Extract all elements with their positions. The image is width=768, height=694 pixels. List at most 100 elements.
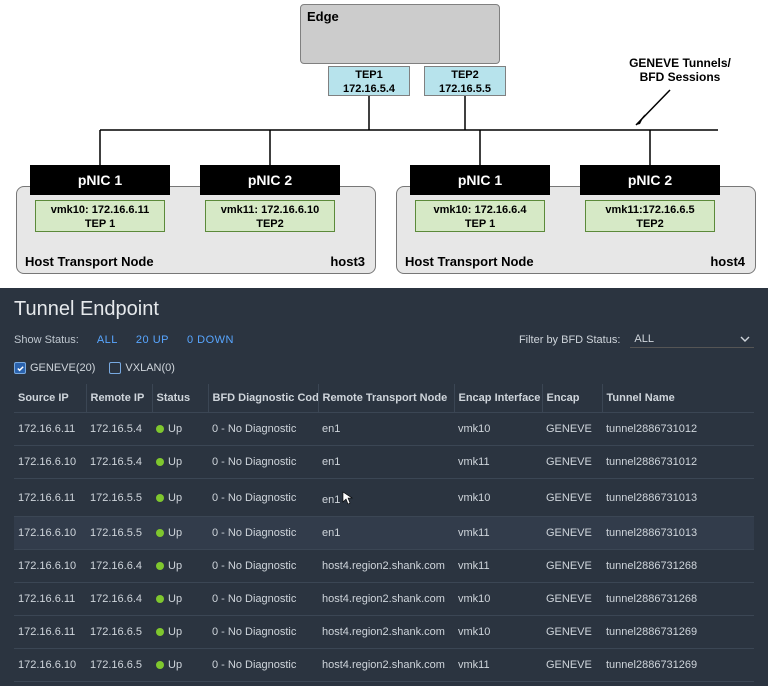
col-bfd-diag[interactable]: BFD Diagnostic Code <box>208 384 318 413</box>
status-link-all[interactable]: ALL <box>97 334 118 346</box>
encap-filter-row: GENEVE(20) VXLAN(0) <box>14 362 754 374</box>
table-row[interactable]: 172.16.6.11172.16.5.4Up0 - No Diagnostic… <box>14 413 754 446</box>
tep1-label: TEP1 <box>355 69 383 81</box>
cell-remote-ip: 172.16.6.5 <box>86 616 152 649</box>
chevron-down-icon <box>740 333 750 345</box>
cell-status: Up <box>152 413 208 446</box>
host3-vmk10: vmk10: 172.16.6.11 TEP 1 <box>35 200 165 232</box>
check-icon <box>14 362 26 374</box>
cell-encap: GENEVE <box>542 479 602 517</box>
cell-remote-ip: 172.16.5.4 <box>86 413 152 446</box>
cell-remote-node: host4.region2.shank.com <box>318 616 454 649</box>
host4-title: Host Transport Node <box>405 254 534 269</box>
status-up-icon <box>156 494 164 502</box>
panel-title: Tunnel Endpoint <box>14 298 754 321</box>
host4-pnic2: pNIC 2 <box>580 165 720 195</box>
cell-remote-node: en1 <box>318 413 454 446</box>
cell-remote-ip: 172.16.5.5 <box>86 517 152 550</box>
cell-remote-ip: 172.16.6.4 <box>86 583 152 616</box>
checkbox-vxlan[interactable]: VXLAN(0) <box>109 362 175 374</box>
cell-bfd: 0 - No Diagnostic <box>208 517 318 550</box>
cell-source-ip: 172.16.6.11 <box>14 413 86 446</box>
cell-status: Up <box>152 446 208 479</box>
cell-encap: GENEVE <box>542 583 602 616</box>
cell-status: Up <box>152 517 208 550</box>
cell-remote-ip: 172.16.5.4 <box>86 446 152 479</box>
status-link-down[interactable]: 0 DOWN <box>187 334 234 346</box>
table-row[interactable]: 172.16.6.11172.16.6.4Up0 - No Diagnostic… <box>14 583 754 616</box>
cell-tunnel-name: tunnel2886731012 <box>602 413 754 446</box>
status-filter-row: Show Status: ALL 20 UP 0 DOWN Filter by … <box>14 331 754 348</box>
cell-remote-node: host4.region2.shank.com <box>318 550 454 583</box>
cell-tunnel-name: tunnel2886731013 <box>602 479 754 517</box>
cell-remote-node: host4.region2.shank.com <box>318 649 454 682</box>
cell-source-ip: 172.16.6.10 <box>14 649 86 682</box>
annotation-label: GENEVE Tunnels/ BFD Sessions <box>610 56 750 84</box>
cell-source-ip: 172.16.6.11 <box>14 479 86 517</box>
status-up-icon <box>156 628 164 636</box>
host3-pnic2: pNIC 2 <box>200 165 340 195</box>
col-remote-node[interactable]: Remote Transport Node <box>318 384 454 413</box>
edge-tep1-box: TEP1 172.16.5.4 <box>328 66 410 96</box>
col-remote-ip[interactable]: Remote IP <box>86 384 152 413</box>
host4-pnic1: pNIC 1 <box>410 165 550 195</box>
cell-remote-node: host4.region2.shank.com <box>318 583 454 616</box>
edge-tep2-box: TEP2 172.16.5.5 <box>424 66 506 96</box>
tunnel-endpoint-panel: Tunnel Endpoint Show Status: ALL 20 UP 0… <box>0 288 768 686</box>
cell-source-ip: 172.16.6.10 <box>14 446 86 479</box>
cell-encap: GENEVE <box>542 517 602 550</box>
cell-source-ip: 172.16.6.10 <box>14 517 86 550</box>
tep2-label: TEP2 <box>451 69 479 81</box>
cell-source-ip: 172.16.6.10 <box>14 550 86 583</box>
cell-encap-if: vmk11 <box>454 649 542 682</box>
col-encap[interactable]: Encap <box>542 384 602 413</box>
cell-encap: GENEVE <box>542 446 602 479</box>
cell-remote-node: en1 <box>318 446 454 479</box>
cell-status: Up <box>152 583 208 616</box>
col-tunnel-name[interactable]: Tunnel Name <box>602 384 754 413</box>
table-row[interactable]: 172.16.6.11172.16.6.5Up0 - No Diagnostic… <box>14 616 754 649</box>
cell-source-ip: 172.16.6.11 <box>14 616 86 649</box>
bfd-filter-label: Filter by BFD Status: <box>519 334 620 346</box>
cell-bfd: 0 - No Diagnostic <box>208 649 318 682</box>
table-row[interactable]: 172.16.6.10172.16.5.4Up0 - No Diagnostic… <box>14 446 754 479</box>
checkbox-empty-icon <box>109 362 121 374</box>
cell-source-ip: 172.16.6.11 <box>14 583 86 616</box>
cell-tunnel-name: tunnel2886731268 <box>602 550 754 583</box>
host3-vmk11: vmk11: 172.16.6.10 TEP2 <box>205 200 335 232</box>
status-link-up[interactable]: 20 UP <box>136 334 169 346</box>
topology-diagram: Edge TEP1 172.16.5.4 TEP2 172.16.5.5 GEN… <box>0 0 768 288</box>
cell-bfd: 0 - No Diagnostic <box>208 550 318 583</box>
cell-tunnel-name: tunnel2886731269 <box>602 649 754 682</box>
cell-encap-if: vmk10 <box>454 413 542 446</box>
cell-encap-if: vmk10 <box>454 583 542 616</box>
table-row[interactable]: 172.16.6.10172.16.6.4Up0 - No Diagnostic… <box>14 550 754 583</box>
cell-encap-if: vmk11 <box>454 517 542 550</box>
bfd-filter-select[interactable]: ALL <box>630 331 754 348</box>
tunnel-table: Source IP Remote IP Status BFD Diagnosti… <box>14 384 754 682</box>
cell-encap: GENEVE <box>542 616 602 649</box>
cell-bfd: 0 - No Diagnostic <box>208 413 318 446</box>
col-source-ip[interactable]: Source IP <box>14 384 86 413</box>
cell-encap: GENEVE <box>542 413 602 446</box>
table-row[interactable]: 172.16.6.10172.16.5.5Up0 - No Diagnostic… <box>14 517 754 550</box>
cell-remote-ip: 172.16.6.4 <box>86 550 152 583</box>
cell-bfd: 0 - No Diagnostic <box>208 479 318 517</box>
host4-name: host4 <box>710 254 745 269</box>
checkbox-geneve[interactable]: GENEVE(20) <box>14 362 95 374</box>
cell-remote-node: en1 <box>318 517 454 550</box>
edge-node-box: Edge <box>300 4 500 64</box>
status-up-icon <box>156 458 164 466</box>
host4-vmk11: vmk11:172.16.6.5 TEP2 <box>585 200 715 232</box>
table-header-row: Source IP Remote IP Status BFD Diagnosti… <box>14 384 754 413</box>
host4-vmk10: vmk10: 172.16.6.4 TEP 1 <box>415 200 545 232</box>
cell-status: Up <box>152 550 208 583</box>
status-up-icon <box>156 529 164 537</box>
cell-encap-if: vmk10 <box>454 479 542 517</box>
table-row[interactable]: 172.16.6.11172.16.5.5Up0 - No Diagnostic… <box>14 479 754 517</box>
tep1-ip: 172.16.5.4 <box>343 83 395 95</box>
col-encap-if[interactable]: Encap Interface <box>454 384 542 413</box>
col-status[interactable]: Status <box>152 384 208 413</box>
cell-remote-node: en1 <box>318 479 454 517</box>
table-row[interactable]: 172.16.6.10172.16.6.5Up0 - No Diagnostic… <box>14 649 754 682</box>
